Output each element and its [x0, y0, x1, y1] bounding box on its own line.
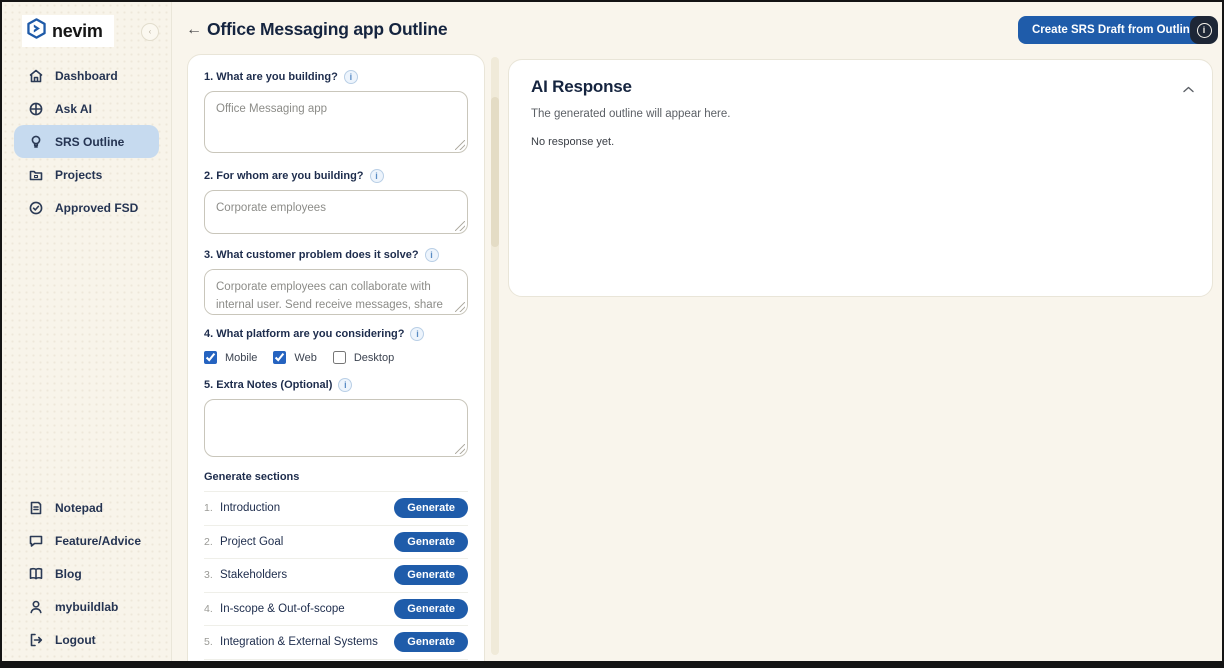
question-2-label: 2. For whom are you building? i: [204, 169, 468, 183]
check-circle-icon: [28, 200, 44, 216]
info-icon[interactable]: i: [370, 169, 384, 183]
sidebar-item-label: Logout: [55, 633, 96, 647]
sidebar: nevim ‹ Dashboard Ask AI SRS Outline: [2, 2, 172, 661]
question-3-label: 3. What customer problem does it solve? …: [204, 248, 468, 262]
what-building-textarea[interactable]: Office Messaging app: [204, 91, 468, 153]
section-row-stakeholders: 3. Stakeholders Generate: [204, 559, 468, 593]
section-row-integration: 5. Integration & External Systems Genera…: [204, 626, 468, 660]
section-row-project-goal: 2. Project Goal Generate: [204, 526, 468, 560]
form-scrollbar-track[interactable]: [491, 57, 499, 655]
info-icon[interactable]: i: [344, 70, 358, 84]
sidebar-item-label: Projects: [55, 168, 102, 182]
info-icon[interactable]: i: [338, 378, 352, 392]
info-icon[interactable]: i: [425, 248, 439, 262]
sidebar-item-label: Feature/Advice: [55, 534, 141, 548]
home-icon: [28, 68, 44, 84]
logout-icon: [28, 632, 44, 648]
ai-response-panel: AI Response The generated outline will a…: [508, 59, 1213, 297]
sidebar-item-label: Notepad: [55, 501, 103, 515]
create-srs-draft-button[interactable]: Create SRS Draft from Outline: [1018, 16, 1210, 44]
sidebar-item-label: Ask AI: [55, 102, 92, 116]
question-5-label: 5. Extra Notes (Optional) i: [204, 378, 468, 392]
user-icon: [28, 599, 44, 615]
sidebar-item-label: SRS Outline: [55, 135, 124, 149]
platform-web-checkbox[interactable]: [273, 351, 286, 364]
sidebar-item-logout[interactable]: Logout: [14, 623, 159, 656]
sidebar-item-feature-advice[interactable]: Feature/Advice: [14, 524, 159, 557]
section-row-introduction: 1. Introduction Generate: [204, 492, 468, 526]
sidebar-footer-nav: Notepad Feature/Advice Blog mybuildlab: [14, 491, 159, 656]
folder-icon: [28, 167, 44, 183]
sidebar-item-label: mybuildlab: [55, 600, 118, 614]
sidebar-item-mybuildlab[interactable]: mybuildlab: [14, 590, 159, 623]
info-icon: i: [1197, 23, 1212, 38]
chevron-up-icon[interactable]: [1183, 80, 1194, 98]
chat-icon: [28, 533, 44, 549]
form-scrollbar-thumb[interactable]: [491, 97, 499, 247]
ai-response-title: AI Response: [531, 77, 1190, 97]
brand-logo[interactable]: nevim: [22, 15, 114, 47]
sidebar-item-projects[interactable]: Projects: [14, 158, 159, 191]
customer-problem-textarea[interactable]: Corporate employees can collaborate with…: [204, 269, 468, 315]
sidebar-item-ask-ai[interactable]: Ask AI: [14, 92, 159, 125]
lightbulb-icon: [28, 134, 44, 150]
sidebar-item-srs-outline[interactable]: SRS Outline: [14, 125, 159, 158]
platform-web-label: Web: [294, 352, 316, 364]
sidebar-item-blog[interactable]: Blog: [14, 557, 159, 590]
platform-mobile-checkbox[interactable]: [204, 351, 217, 364]
brand-name: nevim: [52, 21, 103, 42]
platform-desktop-label: Desktop: [354, 352, 394, 364]
platform-desktop-checkbox[interactable]: [333, 351, 346, 364]
extra-notes-textarea[interactable]: [204, 399, 468, 457]
generate-stakeholders-button[interactable]: Generate: [394, 565, 468, 585]
sidebar-item-approved-fsd[interactable]: Approved FSD: [14, 191, 159, 224]
sidebar-item-label: Dashboard: [55, 69, 118, 83]
sections-list: 1. Introduction Generate 2. Project Goal…: [204, 491, 468, 668]
note-icon: [28, 500, 44, 516]
app-window: nevim ‹ Dashboard Ask AI SRS Outline: [0, 0, 1224, 668]
ai-response-subtitle: The generated outline will appear here.: [531, 108, 1190, 120]
book-icon: [28, 566, 44, 582]
platform-mobile-label: Mobile: [225, 352, 257, 364]
question-4-label: 4. What platform are you considering? i: [204, 327, 468, 341]
generate-integration-button[interactable]: Generate: [394, 632, 468, 652]
help-info-button[interactable]: i: [1190, 16, 1218, 44]
page-title: Office Messaging app Outline: [207, 19, 447, 40]
sidebar-collapse-button[interactable]: ‹: [141, 23, 159, 41]
ai-response-status: No response yet.: [531, 136, 1190, 148]
sidebar-item-label: Blog: [55, 567, 82, 581]
sidebar-item-label: Approved FSD: [55, 201, 138, 215]
generate-project-goal-button[interactable]: Generate: [394, 532, 468, 552]
back-button[interactable]: ←: [186, 21, 202, 39]
for-whom-textarea[interactable]: Corporate employees: [204, 190, 468, 234]
section-row-feature-list: 6. Feature List Generate: [204, 660, 468, 668]
sidebar-item-dashboard[interactable]: Dashboard: [14, 59, 159, 92]
outline-form-panel: 1. What are you building? i Office Messa…: [187, 54, 485, 668]
section-row-scope: 4. In-scope & Out-of-scope Generate: [204, 593, 468, 627]
generate-introduction-button[interactable]: Generate: [394, 498, 468, 518]
platform-checkbox-row: Mobile Web Desktop: [204, 351, 468, 364]
sidebar-item-notepad[interactable]: Notepad: [14, 491, 159, 524]
question-1-label: 1. What are you building? i: [204, 70, 468, 84]
info-icon[interactable]: i: [410, 327, 424, 341]
sidebar-main-nav: Dashboard Ask AI SRS Outline Projects: [14, 59, 159, 224]
ask-ai-icon: [28, 101, 44, 117]
nevim-hexagon-logo-icon: [25, 17, 48, 45]
generate-scope-button[interactable]: Generate: [394, 599, 468, 619]
generate-sections-heading: Generate sections: [204, 471, 468, 483]
